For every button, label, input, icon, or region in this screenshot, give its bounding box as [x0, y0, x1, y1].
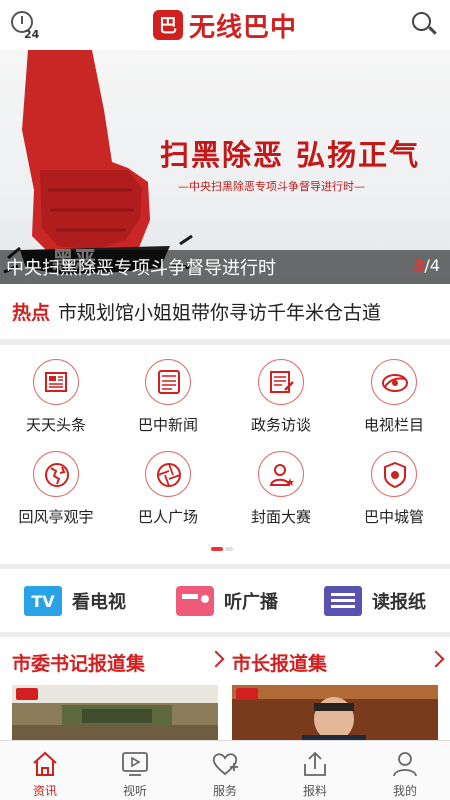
history-button[interactable]: 24: [8, 8, 42, 42]
banner-sub-slogan: —中央扫黑除恶专项斗争督导进行时—: [178, 180, 365, 193]
party-secretary-thumbnail: [12, 685, 218, 740]
divider: [0, 564, 450, 569]
grid-item-city-management[interactable]: 巴中城管: [338, 443, 450, 535]
search-button[interactable]: [410, 10, 438, 38]
grid-label: 回风亭观宇: [18, 508, 94, 526]
upload-icon: [304, 751, 326, 776]
tab-media[interactable]: 视听: [90, 741, 180, 800]
history-count: 24: [24, 28, 40, 41]
read-paper-button[interactable]: 读报纸: [324, 582, 426, 620]
tab-label: 服务: [212, 784, 237, 798]
radio-icon: [176, 586, 214, 616]
grid-item-bazhong-news[interactable]: 巴中新闻: [112, 351, 224, 443]
grid-item-gov-interview[interactable]: 政务访谈: [225, 351, 337, 443]
globe-icon: [33, 451, 79, 497]
app-screen: 24 巴 无线巴中 黑恶 扫黑除恶 弘扬正气 —中央扫黑除恶专项斗争督导进行时—…: [0, 0, 450, 800]
newspaper-icon: [33, 359, 79, 405]
mayor-reports-title: 市长报道集: [232, 653, 328, 675]
grid-item-daily-headlines[interactable]: 天天头条: [0, 351, 112, 443]
banner-caption: 中央扫黑除恶专项斗争督导进行时: [6, 258, 276, 279]
grid-label: 封面大赛: [250, 508, 311, 526]
bottom-tab-bar: 资讯 视听 服务 报料 我的: [0, 740, 450, 800]
interview-icon: [258, 359, 304, 405]
tab-services[interactable]: 服务: [180, 741, 270, 800]
play-icon: [122, 752, 148, 776]
app-title: 无线巴中: [188, 12, 297, 43]
tab-label: 我的: [392, 784, 417, 798]
banner-carousel[interactable]: 黑恶 扫黑除恶 弘扬正气 —中央扫黑除恶专项斗争督导进行时— 中央扫黑除恶专项斗…: [0, 50, 450, 284]
grid-label: 电视栏目: [363, 416, 424, 434]
tv-program-icon: [371, 359, 417, 405]
grid-item-tv-program[interactable]: 电视栏目: [338, 351, 450, 443]
chevron-right-icon: [207, 650, 225, 668]
hot-text: 市规划馆小姐姐带你寻访千年米仓古道: [58, 302, 382, 324]
tab-label: 报料: [302, 784, 327, 798]
mayor-reports[interactable]: 市长报道集: [232, 637, 450, 740]
feature-grid: 天天头条 巴中新闻 政务访谈 电视栏目 回风亭观宇 巴人广场 封面大赛 巴中城管: [0, 345, 450, 555]
news-icon: [145, 359, 191, 405]
tab-label: 视听: [122, 784, 147, 798]
chevron-right-icon: [427, 650, 445, 668]
pager-total: /4: [424, 256, 440, 275]
media-row: TV 看电视 听广播 读报纸: [0, 570, 450, 632]
read-paper-label: 读报纸: [372, 592, 426, 613]
watch-tv-button[interactable]: TV 看电视: [24, 582, 126, 620]
party-secretary-reports-title: 市委书记报道集: [12, 653, 146, 675]
watch-tv-label: 看电视: [72, 592, 126, 613]
tab-profile[interactable]: 我的: [360, 741, 450, 800]
listen-radio-button[interactable]: 听广播: [176, 582, 278, 620]
mayor-thumbnail: [232, 685, 438, 740]
heart-plus-icon: [212, 753, 238, 776]
banner-pager: 3/4: [413, 256, 440, 275]
grid-label: 巴人广场: [137, 508, 198, 526]
grid-item-huifengting[interactable]: 回风亭观宇: [0, 443, 112, 535]
grid-label: 巴中新闻: [137, 416, 198, 434]
aperture-icon: [145, 451, 191, 497]
report-collections: 市委书记报道集 市长报道集: [0, 637, 450, 740]
grid-page-indicator: [211, 547, 235, 551]
grid-label: 巴中城管: [363, 508, 424, 526]
badge-icon: [371, 451, 417, 497]
grid-item-baren-square[interactable]: 巴人广场: [112, 443, 224, 535]
tv-icon: TV: [24, 586, 62, 616]
grid-item-cover-contest[interactable]: 封面大赛: [225, 443, 337, 535]
banner-slogan: 扫黑除恶 弘扬正气: [160, 138, 421, 172]
hot-topic[interactable]: 热点 市规划馆小姐姐带你寻访千年米仓古道: [0, 284, 450, 340]
tab-label: 资讯: [32, 784, 57, 798]
tab-report-tip[interactable]: 报料: [270, 741, 360, 800]
grid-label: 政务访谈: [250, 416, 311, 434]
newspaper-reader-icon: [324, 586, 362, 616]
tab-news[interactable]: 资讯: [0, 741, 90, 800]
top-header: 24 巴 无线巴中: [0, 0, 450, 50]
logo-mark: 巴: [152, 10, 183, 40]
party-secretary-reports[interactable]: 市委书记报道集: [12, 637, 230, 740]
banner-caption-bar: 中央扫黑除恶专项斗争督导进行时 3/4: [0, 250, 450, 284]
app-logo: 巴 无线巴中: [152, 7, 297, 44]
user-icon: [393, 752, 417, 777]
home-icon: [33, 751, 57, 776]
pager-current: 3: [413, 256, 425, 275]
grid-label: 天天头条: [25, 416, 86, 434]
person-star-icon: [258, 451, 304, 497]
listen-radio-label: 听广播: [224, 592, 278, 613]
hot-label: 热点: [12, 302, 51, 324]
